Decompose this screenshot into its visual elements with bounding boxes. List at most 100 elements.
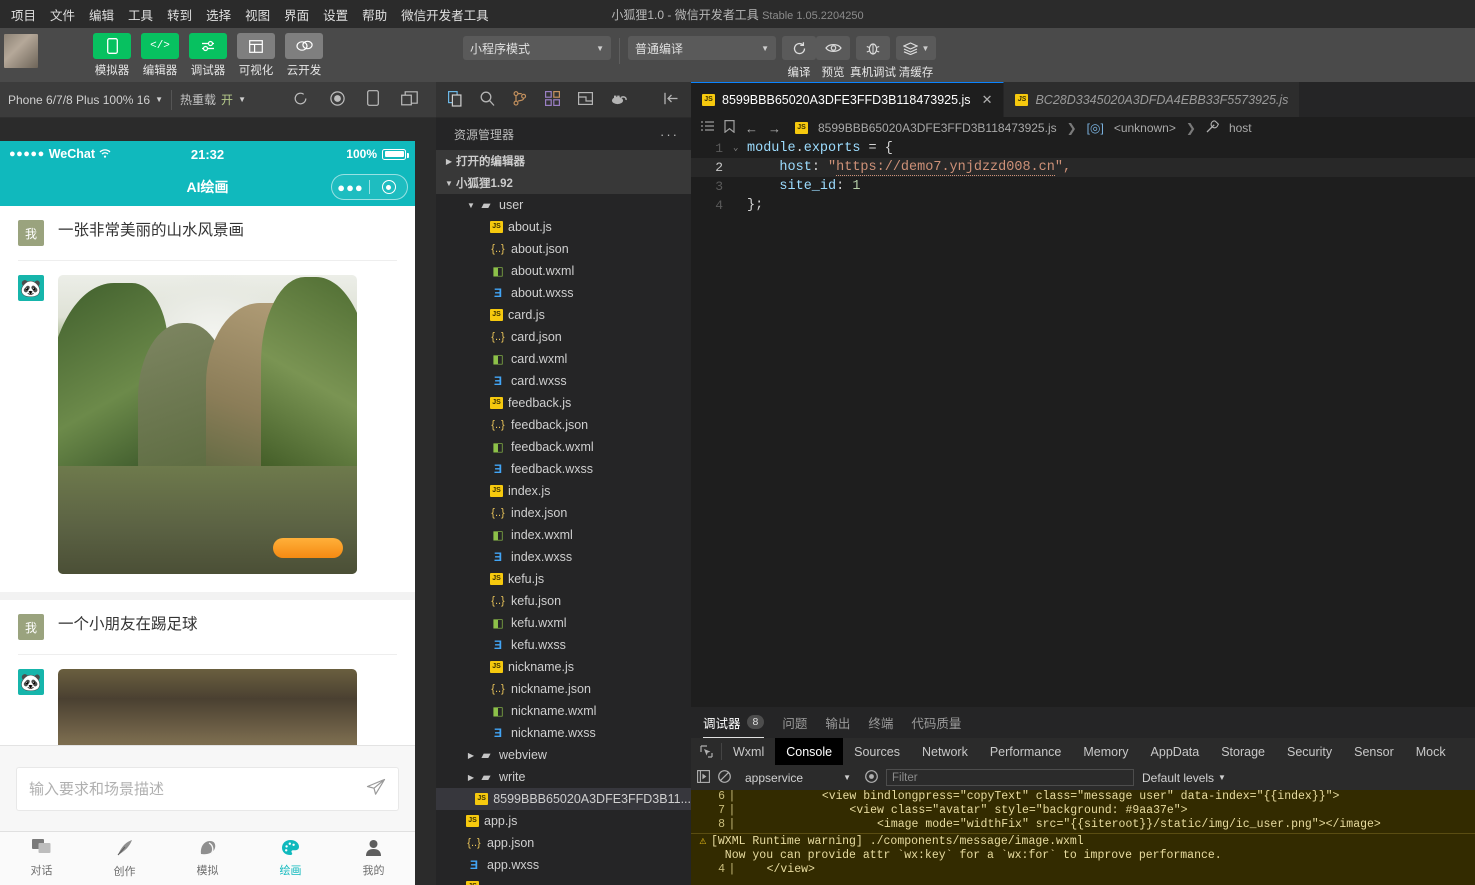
- send-icon[interactable]: [366, 778, 386, 800]
- window-icon[interactable]: [401, 90, 418, 109]
- panel-tab-problems[interactable]: 问题: [782, 707, 807, 738]
- chevron-right-icon[interactable]: ▶: [464, 751, 478, 760]
- tree-file[interactable]: Ǝapp.wxss: [436, 854, 691, 876]
- clear-cache-button[interactable]: ▼ 清缓存: [896, 28, 936, 80]
- devtools-tab-network[interactable]: Network: [911, 738, 979, 765]
- tree-file[interactable]: {..} index.json: [436, 502, 691, 524]
- wxml-icon[interactable]: [578, 91, 594, 108]
- forward-arrow-icon[interactable]: →: [768, 121, 781, 136]
- execute-icon[interactable]: [697, 770, 710, 785]
- editor-tab-active[interactable]: JS 8599BBB65020A3DFE3FFD3B118473925.js ✕: [691, 82, 1005, 117]
- tree-file[interactable]: JS: [436, 876, 691, 885]
- tree-file[interactable]: Ǝabout.wxss: [436, 282, 691, 304]
- devtools-tab-appdata[interactable]: AppData: [1140, 738, 1211, 765]
- console-output[interactable]: 6 | <view bindlongpress="copyText" class=…: [691, 790, 1475, 885]
- preview-button[interactable]: 预览: [816, 28, 850, 80]
- devtools-tab-console[interactable]: Console: [775, 738, 844, 765]
- tree-file[interactable]: ◧ about.wxml: [436, 260, 691, 282]
- tab-mine[interactable]: 我的: [332, 839, 415, 878]
- devtools-tab-mock[interactable]: Mock: [1405, 738, 1457, 765]
- menu-item-edit[interactable]: 编辑: [82, 1, 121, 28]
- panel-tab-terminal[interactable]: 终端: [868, 707, 893, 738]
- outline-icon[interactable]: [701, 120, 714, 136]
- menu-item-help[interactable]: 帮助: [355, 1, 394, 28]
- menu-item-tools[interactable]: 工具: [121, 1, 160, 28]
- wechat-capsule[interactable]: ●●●: [331, 174, 408, 200]
- tree-file[interactable]: JS kefu.js: [436, 568, 691, 590]
- tree-file[interactable]: JS 8599BBB65020A3DFE3FFD3B11...: [436, 788, 691, 810]
- refresh-icon[interactable]: [293, 91, 308, 109]
- tree-file[interactable]: {..} app.json: [436, 832, 691, 854]
- clear-console-icon[interactable]: [718, 770, 731, 785]
- search-icon[interactable]: [480, 91, 495, 108]
- breadcrumb-symbol[interactable]: host: [1229, 121, 1252, 135]
- menu-item-view[interactable]: 视图: [238, 1, 277, 28]
- tab-painting[interactable]: 绘画: [249, 839, 332, 878]
- panel-tab-code-quality[interactable]: 代码质量: [911, 707, 961, 738]
- file-tree[interactable]: ▼ ▰ user JS about.js {..} about.json ◧ about.wxm…: [436, 194, 691, 885]
- close-icon[interactable]: ✕: [982, 92, 993, 108]
- devtools-tab-sensor[interactable]: Sensor: [1343, 738, 1405, 765]
- tree-file[interactable]: {..} feedback.json: [436, 414, 691, 436]
- code-line[interactable]: 4};: [691, 196, 1475, 215]
- toolbar-visualizer-button[interactable]: 可视化: [236, 28, 276, 78]
- bookmark-icon[interactable]: [724, 120, 735, 136]
- menu-item-interface[interactable]: 界面: [277, 1, 316, 28]
- devtools-tab-memory[interactable]: Memory: [1072, 738, 1139, 765]
- menu-item-select[interactable]: 选择: [199, 1, 238, 28]
- chevron-right-icon[interactable]: ▶: [464, 773, 478, 782]
- fold-icon[interactable]: ⌄: [733, 139, 747, 158]
- tree-file[interactable]: {..} card.json: [436, 326, 691, 348]
- devtools-tab-wxml[interactable]: Wxml: [722, 738, 775, 765]
- tree-file[interactable]: ◧ card.wxml: [436, 348, 691, 370]
- eye-icon[interactable]: [865, 770, 878, 785]
- explorer-section-project[interactable]: ▼ 小狐狸1.92: [436, 172, 691, 194]
- tree-folder[interactable]: ▶ ▰ write: [436, 766, 691, 788]
- devtools-tab-sources[interactable]: Sources: [843, 738, 911, 765]
- more-icon[interactable]: ●●●: [332, 181, 369, 194]
- panel-tab-output[interactable]: 输出: [825, 707, 850, 738]
- record-icon[interactable]: [330, 90, 345, 109]
- tree-file[interactable]: {..} about.json: [436, 238, 691, 260]
- tree-file[interactable]: {..} kefu.json: [436, 590, 691, 612]
- editor-tab-preview[interactable]: JS BC28D3345020A3DFDA4EBB33F5573925.js: [1004, 82, 1301, 117]
- collapse-icon[interactable]: [664, 92, 679, 107]
- close-capsule-icon[interactable]: [370, 180, 407, 194]
- generated-image[interactable]: [58, 275, 357, 574]
- code-area[interactable]: 1 ⌄ module.exports = {2 host: "https://dem…: [691, 139, 1475, 215]
- ellipsis-icon[interactable]: ···: [660, 127, 679, 142]
- console-levels-select[interactable]: Default levels ▼: [1142, 771, 1226, 785]
- panel-tab-debugger[interactable]: 调试器 8: [703, 707, 765, 738]
- tree-file[interactable]: ◧ feedback.wxml: [436, 436, 691, 458]
- mode-select[interactable]: 小程序模式 ▼: [463, 36, 611, 60]
- console-filter-input[interactable]: Filter: [886, 769, 1134, 786]
- toolbar-debugger-button[interactable]: 调试器: [188, 28, 228, 78]
- tree-file[interactable]: Ǝfeedback.wxss: [436, 458, 691, 480]
- tree-file[interactable]: ◧ kefu.wxml: [436, 612, 691, 634]
- real-device-debug-button[interactable]: 真机调试: [850, 28, 896, 80]
- compile-select[interactable]: 普通编译 ▼: [628, 36, 776, 60]
- inspect-element-icon[interactable]: [691, 738, 721, 765]
- menu-item-goto[interactable]: 转到: [160, 1, 199, 28]
- tree-file[interactable]: Ǝcard.wxss: [436, 370, 691, 392]
- hotreload-select[interactable]: 热重载 开 ▼: [172, 82, 254, 117]
- tree-file[interactable]: {..} nickname.json: [436, 678, 691, 700]
- tree-file[interactable]: JS index.js: [436, 480, 691, 502]
- tree-file[interactable]: ◧ index.wxml: [436, 524, 691, 546]
- toolbar-cloud-button[interactable]: 云开发: [284, 28, 324, 78]
- tree-folder[interactable]: ▶ ▰ webview: [436, 744, 691, 766]
- devtools-tab-security[interactable]: Security: [1276, 738, 1343, 765]
- breadcrumb-scope[interactable]: <unknown>: [1114, 121, 1176, 135]
- menu-item-settings[interactable]: 设置: [316, 1, 355, 28]
- source-control-icon[interactable]: [513, 91, 527, 108]
- rotate-icon[interactable]: [367, 90, 379, 109]
- tree-folder[interactable]: ▼ ▰ user: [436, 194, 691, 216]
- tab-dialog[interactable]: 对话: [0, 839, 83, 878]
- tree-file[interactable]: ◧ nickname.wxml: [436, 700, 691, 722]
- tree-file[interactable]: JS nickname.js: [436, 656, 691, 678]
- tab-create[interactable]: 创作: [83, 839, 166, 879]
- back-arrow-icon[interactable]: ←: [745, 121, 758, 136]
- code-line[interactable]: 2 host: "https://demo7.ynjdzzd008.cn",: [691, 158, 1475, 177]
- tree-file[interactable]: JS feedback.js: [436, 392, 691, 414]
- tree-file[interactable]: Ǝnickname.wxss: [436, 722, 691, 744]
